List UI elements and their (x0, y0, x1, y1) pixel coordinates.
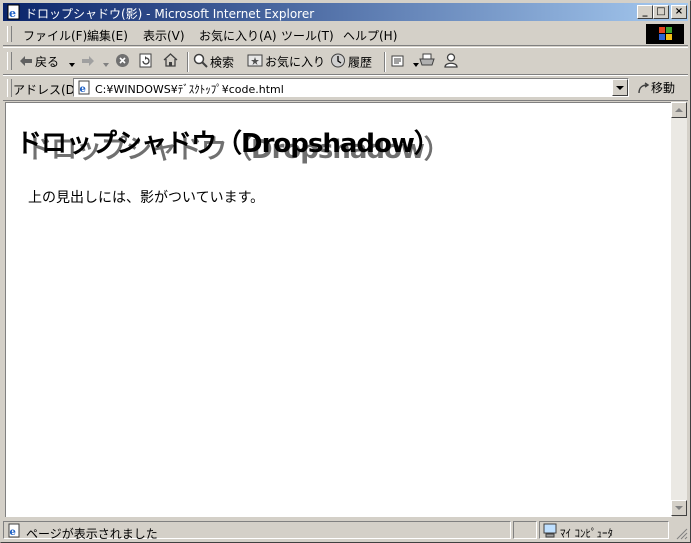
scroll-down-button[interactable] (671, 500, 687, 516)
dropshadow-heading: ドロップシャドウ（Dropshadow） ドロップシャドウ（Dropshadow… (16, 123, 450, 165)
svg-text:e: e (10, 527, 16, 538)
address-dropdown-button[interactable] (612, 79, 628, 96)
home-button[interactable] (163, 53, 180, 71)
addressbar-grip[interactable] (7, 79, 12, 97)
stop-button[interactable] (115, 53, 132, 71)
page-paragraph: 上の見出しには、影がついています。 (28, 190, 265, 206)
minimize-button[interactable]: _ (637, 5, 653, 19)
search-icon (193, 53, 208, 73)
history-icon (330, 53, 346, 73)
menu-tools[interactable]: ツール(T) (281, 27, 334, 44)
browser-window: e ドロップシャドウ(影) - Microsoft Internet Explo… (0, 0, 691, 543)
vertical-scrollbar[interactable] (671, 102, 687, 516)
back-dropdown-icon[interactable] (68, 54, 75, 72)
forward-button[interactable] (81, 53, 111, 71)
address-url: C:¥WINDOWS¥ﾃﾞｽｸﾄｯﾌﾟ¥code.html (95, 83, 284, 96)
go-arrow-icon (637, 81, 651, 95)
address-bar: アドレス(D) e C:¥WINDOWS¥ﾃﾞｽｸﾄｯﾌﾟ¥code.html … (3, 75, 688, 101)
title-bar[interactable]: e ドロップシャドウ(影) - Microsoft Internet Explo… (3, 3, 688, 21)
go-label: 移動 (651, 81, 676, 95)
forward-dropdown-icon[interactable] (102, 54, 109, 72)
status-main-cell: e ページが表示されました (3, 521, 511, 541)
history-label: 履歴 (348, 55, 373, 70)
scroll-up-button[interactable] (671, 102, 687, 118)
refresh-button[interactable] (139, 53, 155, 71)
forward-arrow-icon (81, 54, 95, 72)
menu-favorites[interactable]: お気に入り(A) (199, 27, 277, 44)
user-icon (444, 53, 458, 73)
windows-logo-icon (646, 24, 684, 44)
search-button[interactable]: 検索 (193, 53, 234, 71)
print-button[interactable] (419, 53, 437, 71)
favorites-button[interactable]: お気に入り (247, 53, 325, 71)
menubar-grip[interactable] (7, 26, 12, 42)
messenger-button[interactable] (444, 53, 460, 71)
standard-toolbar: 戻る 検索 お気に入り 履歴 (3, 47, 688, 75)
favorites-label: お気に入り (265, 55, 326, 69)
toolbar-grip[interactable] (7, 52, 12, 70)
menu-edit[interactable]: 編集(E) (87, 27, 128, 44)
menu-view[interactable]: 表示(V) (143, 27, 185, 44)
page-icon: e (76, 80, 92, 98)
toolbar-separator (384, 52, 386, 72)
mail-button[interactable] (391, 53, 421, 71)
home-icon (163, 53, 178, 72)
status-zone-cell: ﾏｲ ｺﾝﾋﾟｭｰﾀ (539, 521, 669, 541)
toolbar-separator (187, 52, 189, 72)
menu-bar: ファイル(F) 編集(E) 表示(V) お気に入り(A) ツール(T) ヘルプ(… (3, 23, 688, 46)
menu-file[interactable]: ファイル(F) (23, 27, 87, 44)
refresh-icon (139, 53, 153, 73)
history-button[interactable]: 履歴 (330, 53, 372, 71)
status-bar: e ページが表示されました ﾏｲ ｺﾝﾋﾟｭｰﾀ (3, 520, 688, 541)
ie-page-icon: e (6, 4, 22, 20)
my-computer-icon (542, 523, 558, 541)
status-text: ページが表示されました (26, 527, 158, 541)
favorites-icon (247, 53, 263, 72)
close-button[interactable]: × (671, 5, 687, 19)
stop-icon (115, 53, 130, 73)
menu-help[interactable]: ヘルプ(H) (343, 27, 397, 44)
printer-icon (419, 53, 435, 72)
window-title: ドロップシャドウ(影) - Microsoft Internet Explore… (25, 7, 315, 21)
back-button[interactable]: 戻る (19, 53, 77, 71)
page-loaded-icon: e (6, 523, 22, 541)
maximize-button[interactable]: □ (653, 5, 669, 19)
svg-text:e: e (9, 7, 16, 20)
resize-grip[interactable] (676, 528, 688, 540)
address-label: アドレス(D) (13, 83, 80, 97)
back-arrow-icon (19, 54, 33, 72)
mail-dropdown-icon[interactable] (412, 54, 419, 72)
page-content: ドロップシャドウ（Dropshadow） ドロップシャドウ（Dropshadow… (5, 102, 672, 517)
go-button[interactable]: 移動 (637, 79, 675, 96)
address-input[interactable]: e C:¥WINDOWS¥ﾃﾞｽｸﾄｯﾌﾟ¥code.html (73, 78, 629, 97)
svg-text:e: e (80, 84, 86, 95)
page-heading: ドロップシャドウ（Dropshadow） (16, 129, 440, 159)
back-label: 戻る (35, 55, 60, 69)
mail-icon (391, 53, 407, 73)
status-progress-cell (513, 521, 537, 539)
security-zone-text: ﾏｲ ｺﾝﾋﾟｭｰﾀ (560, 527, 613, 540)
search-label: 検索 (210, 55, 235, 70)
